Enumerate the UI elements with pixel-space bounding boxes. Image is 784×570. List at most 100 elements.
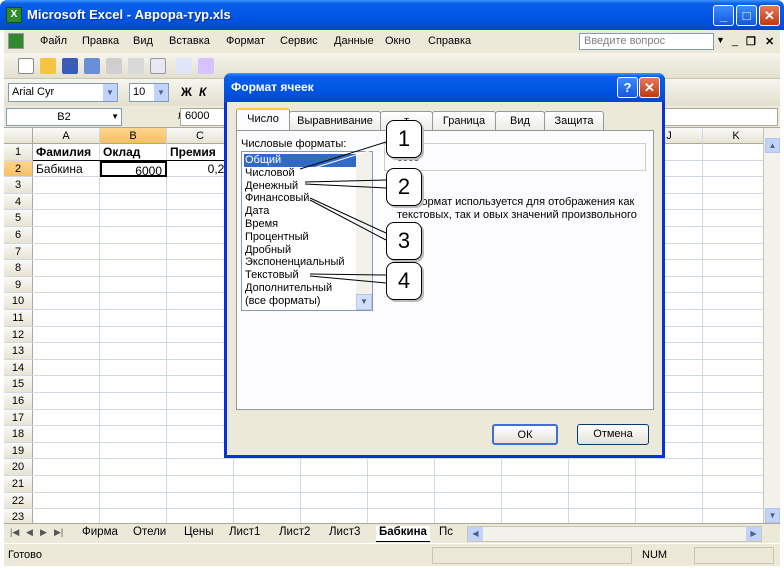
menu-view[interactable]: Вид <box>133 35 153 47</box>
scroll-right-button[interactable]: ▶ <box>746 527 761 541</box>
save-icon[interactable] <box>62 58 78 74</box>
menu-window[interactable]: Окно <box>385 35 411 47</box>
first-sheet-icon[interactable]: |◀ <box>10 527 19 538</box>
row-header-9[interactable]: 9 <box>4 276 33 294</box>
row-header-21[interactable]: 21 <box>4 476 33 493</box>
sheet-tab-list1[interactable]: Лист1 <box>226 526 263 542</box>
spelling-icon[interactable] <box>176 58 192 74</box>
chevron-down-icon[interactable]: ▼ <box>154 84 168 101</box>
row-header-16[interactable]: 16 <box>4 393 33 410</box>
format-item[interactable]: Финансовый <box>244 192 356 205</box>
format-item[interactable]: Денежный <box>244 180 356 193</box>
row-header-7[interactable]: 7 <box>4 243 33 261</box>
ask-dropdown-icon[interactable]: ▼ <box>716 35 725 45</box>
scroll-down-button[interactable]: ▼ <box>356 294 372 310</box>
ok-button[interactable]: ОК <box>492 424 558 445</box>
sheet-tab-list3[interactable]: Лист3 <box>326 526 363 542</box>
print-preview-icon[interactable] <box>128 58 144 74</box>
open-icon[interactable] <box>40 58 56 74</box>
row-header-18[interactable]: 18 <box>4 426 33 443</box>
scroll-down-button[interactable]: ▼ <box>765 508 780 523</box>
bold-button[interactable]: Ж <box>181 85 192 99</box>
prev-sheet-icon[interactable]: ◀ <box>26 527 33 538</box>
new-icon[interactable] <box>18 58 34 74</box>
row-header-15[interactable]: 15 <box>4 376 33 393</box>
maximize-button[interactable]: □ <box>736 5 757 26</box>
preview-icon[interactable] <box>150 58 166 74</box>
sheet-tab-babkina[interactable]: Бабкина <box>376 526 430 542</box>
close-button[interactable]: ✕ <box>759 5 780 26</box>
doc-menu-icon[interactable] <box>8 33 24 49</box>
font-size-select[interactable]: 10 ▼ <box>129 83 169 102</box>
font-name-select[interactable]: Arial Cyr ▼ <box>8 83 118 102</box>
format-item[interactable]: (все форматы) <box>244 295 356 308</box>
menu-edit[interactable]: Правка <box>82 35 119 47</box>
cell-b2[interactable]: 6000 <box>100 160 167 178</box>
format-item[interactable]: Дата <box>244 205 356 218</box>
list-scrollbar[interactable]: ▼ <box>356 152 372 310</box>
vertical-scrollbar[interactable]: ▲ ▼ <box>763 128 780 523</box>
cell-a1[interactable]: Фамилия <box>33 144 100 161</box>
tab-view[interactable]: Вид <box>495 111 545 131</box>
name-box[interactable]: B2 ▼ <box>6 108 122 126</box>
doc-close-button[interactable]: ✕ <box>765 35 774 48</box>
row-header-3[interactable]: 3 <box>4 177 33 194</box>
tab-number[interactable]: Число <box>236 108 290 131</box>
next-sheet-icon[interactable]: ▶ <box>40 527 47 538</box>
number-formats-list[interactable]: (все форматы) Дополнительный Текстовый Эксп… <box>241 151 373 311</box>
excel-app-icon[interactable]: X <box>6 7 22 23</box>
row-header-4[interactable]: 4 <box>4 193 33 211</box>
sheet-tab-oteli[interactable]: Отели <box>130 526 169 542</box>
column-header-a[interactable]: A <box>33 128 100 144</box>
sheet-tab-partial[interactable]: Пс <box>436 526 456 542</box>
minimize-button[interactable]: _ <box>713 5 734 26</box>
row-header-17[interactable]: 17 <box>4 409 33 427</box>
format-item[interactable]: Процентный <box>244 231 356 244</box>
row-header-1[interactable]: 1 <box>4 144 33 161</box>
row-header-20[interactable]: 20 <box>4 459 33 476</box>
row-header-11[interactable]: 11 <box>4 310 33 327</box>
tab-alignment[interactable]: Выравнивание <box>289 111 381 131</box>
sheet-tab-ceny[interactable]: Цены <box>181 526 217 542</box>
help-icon[interactable]: ? <box>617 77 638 98</box>
menu-help[interactable]: Справка <box>428 35 471 47</box>
sheet-tab-firma[interactable]: Фирма <box>79 526 121 542</box>
row-header-6[interactable]: 6 <box>4 227 33 244</box>
dialog-titlebar[interactable]: Формат ячеек ? ✕ <box>224 73 665 102</box>
cancel-button[interactable]: Отмена <box>577 424 649 445</box>
chevron-down-icon[interactable]: ▼ <box>111 109 119 125</box>
cell-a2[interactable]: Бабкина <box>33 161 100 178</box>
menu-file[interactable]: Файл <box>40 35 67 47</box>
window-titlebar[interactable]: X Microsoft Excel - Аврора-тур.xls _ □ ✕ <box>0 0 784 30</box>
format-item[interactable]: Экспоненциальный <box>244 256 356 269</box>
cell-b1[interactable]: Оклад <box>100 144 167 161</box>
ask-question-input[interactable]: Введите вопрос <box>579 33 714 50</box>
row-header-22[interactable]: 22 <box>4 492 33 510</box>
italic-button[interactable]: К <box>199 85 206 99</box>
format-item[interactable]: Время <box>244 218 356 231</box>
menu-format[interactable]: Формат <box>226 35 265 47</box>
format-item[interactable]: Дополнительный <box>244 282 356 295</box>
dialog-close-button[interactable]: ✕ <box>639 77 660 98</box>
horizontal-scrollbar[interactable]: ◀ ▶ <box>467 526 762 542</box>
research-icon[interactable] <box>198 58 214 74</box>
menu-data[interactable]: Данные <box>334 35 374 47</box>
row-header-10[interactable]: 10 <box>4 293 33 310</box>
row-header-8[interactable]: 8 <box>4 260 33 277</box>
row-header-12[interactable]: 12 <box>4 326 33 344</box>
permission-icon[interactable] <box>84 58 100 74</box>
column-header-b[interactable]: B <box>100 128 167 144</box>
tab-protection[interactable]: Защита <box>544 111 604 131</box>
format-item[interactable]: Общий <box>244 154 356 167</box>
scroll-left-button[interactable]: ◀ <box>468 527 483 541</box>
row-header-19[interactable]: 19 <box>4 442 33 460</box>
doc-minimize-button[interactable]: _ <box>732 35 738 47</box>
row-header-2[interactable]: 2 <box>4 160 33 178</box>
doc-restore-button[interactable]: ❐ <box>746 35 756 48</box>
row-header-14[interactable]: 14 <box>4 359 33 377</box>
tab-border[interactable]: Граница <box>432 111 496 131</box>
print-icon[interactable] <box>106 58 122 74</box>
scroll-up-button[interactable]: ▲ <box>765 138 780 153</box>
row-header-23[interactable]: 23 <box>4 509 33 523</box>
menu-insert[interactable]: Вставка <box>169 35 210 47</box>
